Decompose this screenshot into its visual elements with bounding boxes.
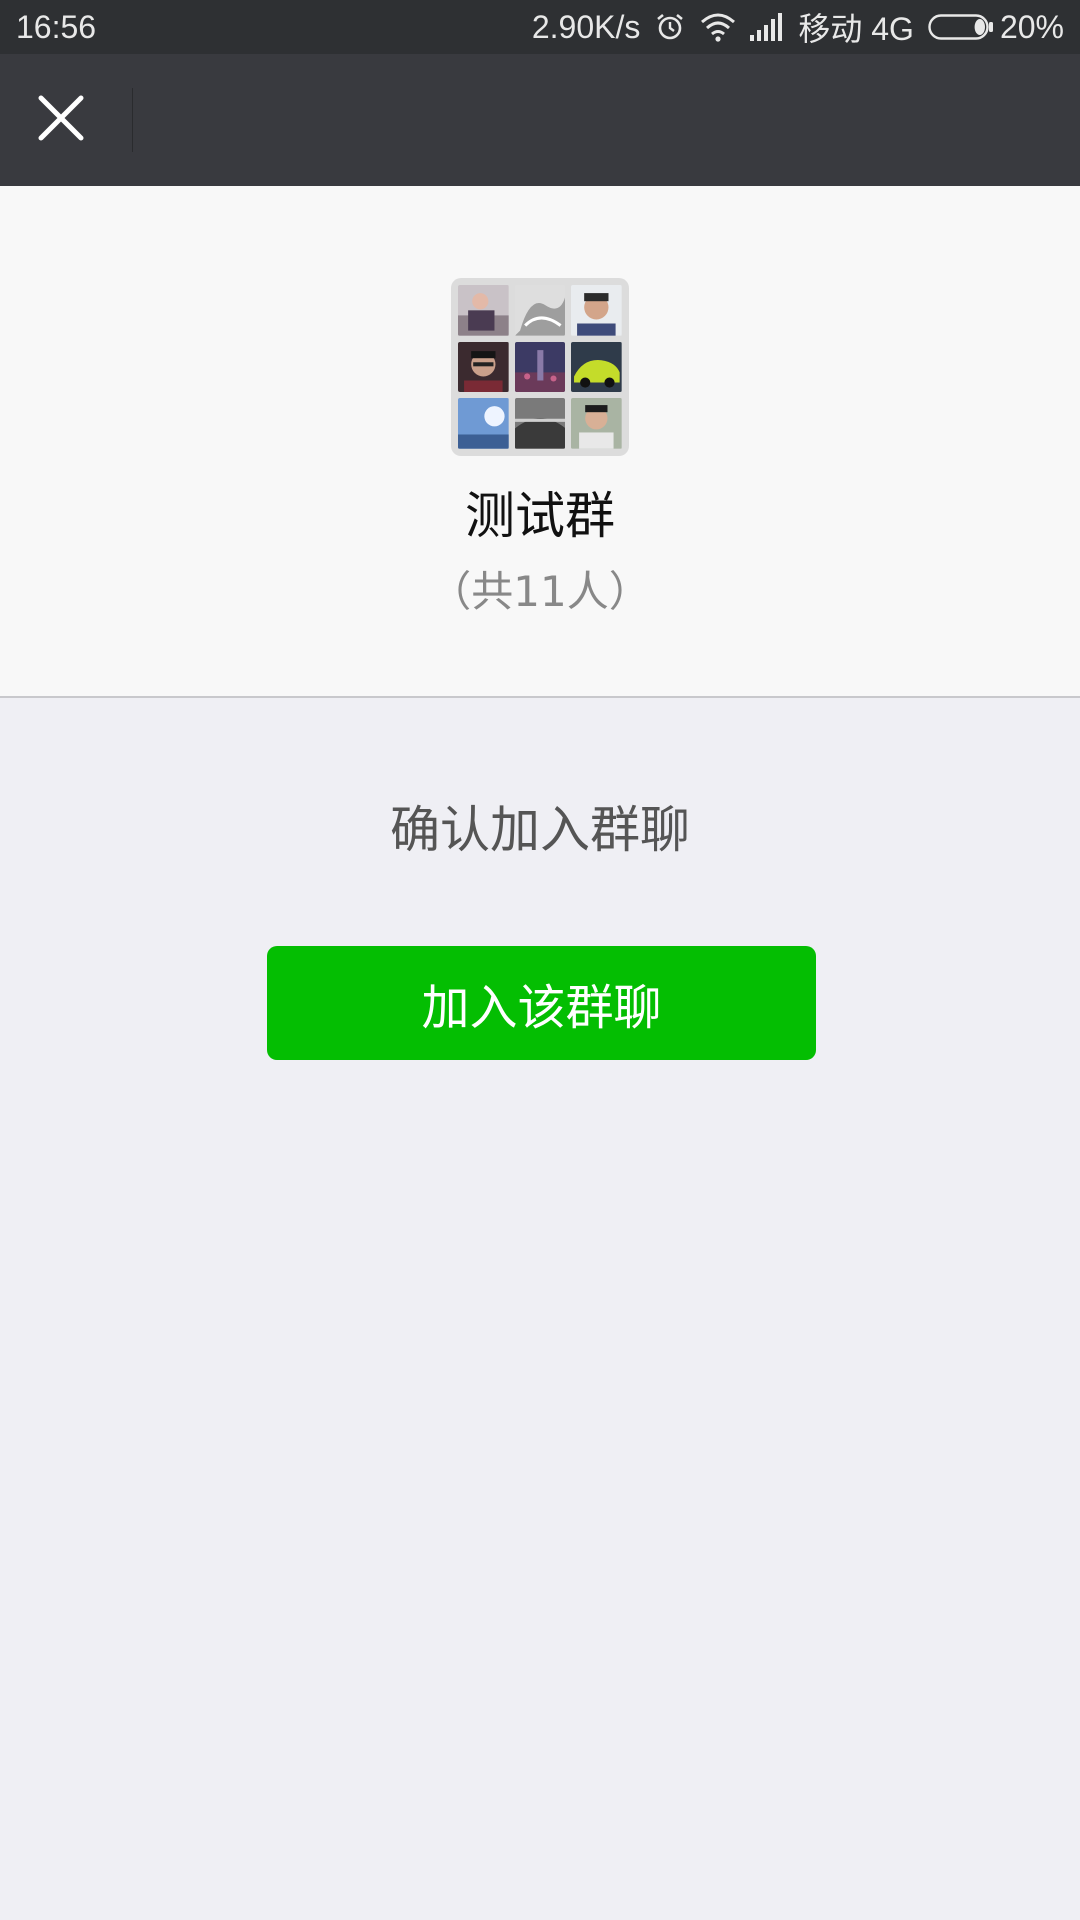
group-avatar <box>451 278 629 456</box>
member-avatar <box>571 285 622 336</box>
member-avatar <box>571 398 622 449</box>
close-icon <box>37 94 85 146</box>
network-speed: 2.90K/s <box>531 8 641 45</box>
member-avatar <box>571 341 622 393</box>
member-avatar <box>458 285 509 336</box>
alarm-icon <box>654 11 686 43</box>
status-indicators: 2.90K/s 移动 4G 20% <box>532 4 1064 50</box>
member-avatar <box>514 285 566 336</box>
status-bar: 16:56 2.90K/s 移动 4G 20% <box>0 0 1080 54</box>
member-avatar <box>514 341 566 393</box>
close-button[interactable] <box>22 81 100 159</box>
carrier-label: 移动 4G <box>798 11 914 47</box>
member-avatar <box>514 398 566 449</box>
member-avatar <box>458 398 509 449</box>
join-group-button[interactable]: 加入该群聊 <box>267 946 816 1060</box>
confirm-join-text: 确认加入群聊 <box>390 801 690 859</box>
wifi-icon <box>700 12 736 42</box>
group-name: 测试群 <box>465 487 615 545</box>
title-bar <box>0 54 1080 186</box>
title-divider <box>132 88 133 152</box>
battery-percent: 20% <box>999 8 1064 45</box>
group-info-panel: 测试群 （共11人） <box>0 186 1080 698</box>
member-avatar <box>458 341 509 393</box>
group-member-count: （共11人） <box>429 567 651 616</box>
status-time: 16:56 <box>16 8 97 45</box>
battery-icon <box>928 13 994 41</box>
signal-icon <box>750 13 784 41</box>
battery-indicator: 20% <box>928 9 1064 46</box>
